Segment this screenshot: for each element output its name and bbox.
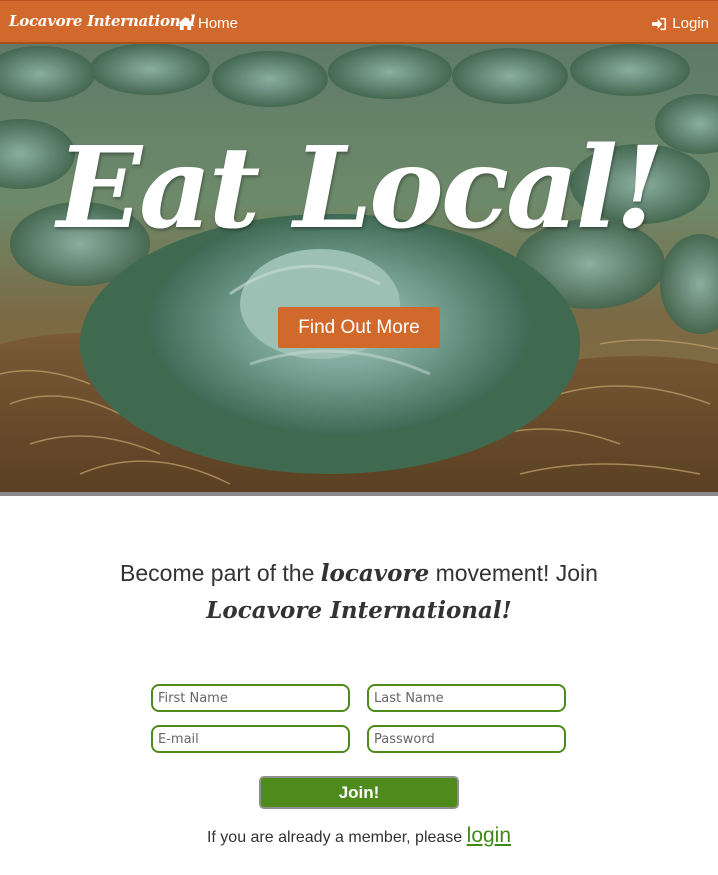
nav-login-label: Login <box>672 15 709 32</box>
join-heading-text-1: Become part of the <box>120 560 321 586</box>
nav-login-link[interactable]: Login <box>652 15 709 32</box>
cabbage-field-image <box>0 44 718 492</box>
join-heading-text-2: movement! Join <box>429 560 598 586</box>
join-heading: Become part of the locavore movement! Jo… <box>0 555 718 629</box>
home-icon <box>178 17 193 30</box>
member-login-prompt: If you are already a member, please logi… <box>0 824 718 848</box>
login-link[interactable]: login <box>467 824 511 847</box>
find-out-more-button[interactable]: Find Out More <box>278 307 440 348</box>
join-heading-locavore: locavore <box>320 560 430 587</box>
join-button[interactable]: Join! <box>259 776 459 809</box>
email-input[interactable] <box>151 725 350 753</box>
member-text: If you are already a member, please <box>206 829 467 846</box>
last-name-input[interactable] <box>367 684 566 712</box>
password-input[interactable] <box>367 725 566 753</box>
sign-in-icon <box>652 17 667 31</box>
nav-home-label: Home <box>198 15 239 32</box>
nav-home-link[interactable]: Home <box>178 15 238 32</box>
brand-logo[interactable]: Locavore International <box>9 12 195 30</box>
first-name-input[interactable] <box>151 684 350 712</box>
join-heading-brand: Locavore International! <box>206 597 512 624</box>
hero-banner: Eat Local! Find Out More <box>0 44 718 496</box>
hero-title: Eat Local! <box>56 123 665 254</box>
top-navbar: Locavore International Home Login <box>0 0 718 44</box>
